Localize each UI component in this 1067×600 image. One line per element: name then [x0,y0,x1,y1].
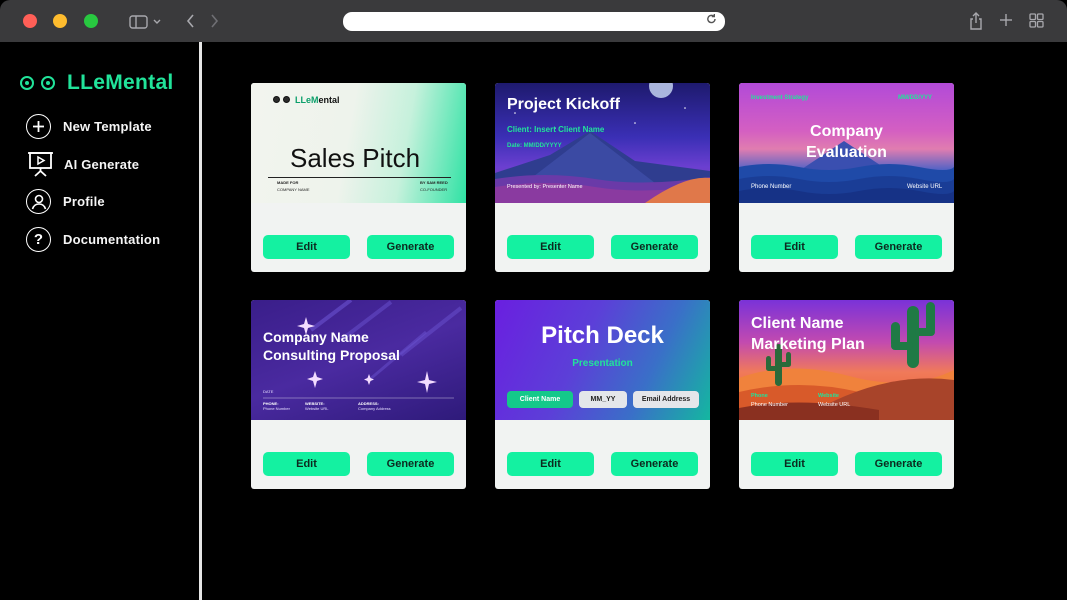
edit-button[interactable]: Edit [263,235,350,259]
client-label: Client: Insert Client Name [507,125,605,134]
template-title: Project Kickoff [507,96,620,113]
new-tab-icon[interactable] [999,13,1013,32]
edit-button[interactable]: Edit [751,235,838,259]
reload-icon[interactable] [706,13,717,28]
template-thumbnail[interactable]: Project Kickoff Client: Insert Client Na… [495,83,710,203]
template-card-pitch-deck[interactable]: Pitch Deck Presentation Client Name MM_Y… [495,300,710,489]
share-icon[interactable] [969,12,983,35]
sidebar-item-label: New Template [63,119,152,134]
app-logo[interactable]: LLeMental [20,71,174,95]
phone-value: Phone Number [751,402,788,408]
template-title-line-1: Company Name [263,329,369,345]
presentation-icon [27,151,54,177]
phone-heading: Phone [751,393,768,399]
edit-button[interactable]: Edit [263,452,350,476]
website-value: Website URL [818,402,851,408]
forward-icon[interactable] [209,13,219,34]
template-title-line-1: Company [810,123,883,140]
edit-button[interactable]: Edit [507,452,594,476]
template-title: Sales Pitch [290,143,421,173]
template-card-project-kickoff[interactable]: Project Kickoff Client: Insert Client Na… [495,83,710,272]
template-thumbnail[interactable]: Client Name Marketing Plan Phone Phone N… [739,300,954,420]
template-thumbnail[interactable]: Investment Strategy MM/DD/YYY Company Ev… [739,83,954,203]
date-chip: MM_YY [579,391,627,408]
sidebar-item-label: Profile [63,194,105,209]
sidebar-item-new-template[interactable]: New Template [26,114,152,139]
template-card-company-evaluation[interactable]: Investment Strategy MM/DD/YYY Company Ev… [739,83,954,272]
generate-button[interactable]: Generate [367,452,454,476]
template-title-line-1: Client Name [751,315,844,332]
company-name-label: COMPANY NAME [277,187,310,192]
title-underline [268,177,451,178]
generate-button[interactable]: Generate [855,235,942,259]
sidebar-divider [199,42,202,600]
maximize-window-button[interactable] [84,14,98,28]
email-chip: Email Address [633,391,699,408]
made-for-label: MADE FOR [277,180,299,185]
question-icon: ? [26,227,51,252]
minimize-window-button[interactable] [53,14,67,28]
generate-button[interactable]: Generate [611,235,698,259]
app-name: LLeMental [67,71,174,94]
browser-toolbar [0,0,1067,42]
logo-eyes-icon [20,76,55,90]
sidebar-item-profile[interactable]: Profile [26,189,105,214]
author-label: BY SAM REED [420,180,448,185]
date-label: MM/DD/YYY [898,95,933,101]
plus-circle-icon [26,114,51,139]
mini-logo-text: LLeMental [295,95,340,105]
website-value: Website URL [305,406,329,411]
user-icon [26,189,51,214]
client-name-chip: Client Name [507,391,573,408]
sidebar-item-label: AI Generate [64,156,140,172]
sidebar-item-ai-generate[interactable]: AI Generate [27,151,139,177]
mini-logo-eyes-icon [273,96,290,103]
edit-button[interactable]: Edit [751,452,838,476]
template-title-line-2: Marketing Plan [751,336,865,353]
template-card-marketing-plan[interactable]: Client Name Marketing Plan Phone Phone N… [739,300,954,489]
generate-button[interactable]: Generate [855,452,942,476]
strategy-label: Investment Strategy [751,95,809,101]
website-heading: Website [818,393,839,399]
sidebar-item-label: Documentation [63,232,161,247]
website-label: Website URL [907,184,943,190]
template-card-consulting-proposal[interactable]: Company Name Consulting Proposal DATE PH… [251,300,466,489]
template-title-line-2: Evaluation [806,144,887,161]
phone-value: Phone Number [263,406,290,411]
address-value: Company Address [358,406,391,411]
template-card-sales-pitch[interactable]: LLeMental Sales Pitch MADE FOR COMPANY N… [251,83,466,272]
template-title: Pitch Deck [541,322,664,349]
generate-button[interactable]: Generate [611,452,698,476]
address-bar[interactable] [343,12,725,31]
sidebar-item-documentation[interactable]: ? Documentation [26,227,160,252]
template-thumbnail[interactable]: Pitch Deck Presentation Client Name MM_Y… [495,300,710,420]
close-window-button[interactable] [23,14,37,28]
generate-button[interactable]: Generate [367,235,454,259]
template-thumbnail[interactable]: Company Name Consulting Proposal DATE PH… [251,300,466,420]
template-subtitle: Presentation [572,358,633,369]
back-icon[interactable] [186,13,196,34]
phone-label: Phone Number [751,184,792,190]
date-label: DATE [263,389,274,394]
template-thumbnail[interactable]: LLeMental Sales Pitch MADE FOR COMPANY N… [251,83,466,203]
edit-button[interactable]: Edit [507,235,594,259]
date-label: Date: MM/DD/YYYY [507,143,562,149]
sidebar-toggle-icon[interactable] [129,14,163,35]
tab-overview-icon[interactable] [1029,13,1044,33]
presenter-label: Presented by: Presenter Name [507,184,583,190]
template-title-line-2: Consulting Proposal [263,347,400,363]
author-role-label: CO-FOUNDER [420,187,448,192]
